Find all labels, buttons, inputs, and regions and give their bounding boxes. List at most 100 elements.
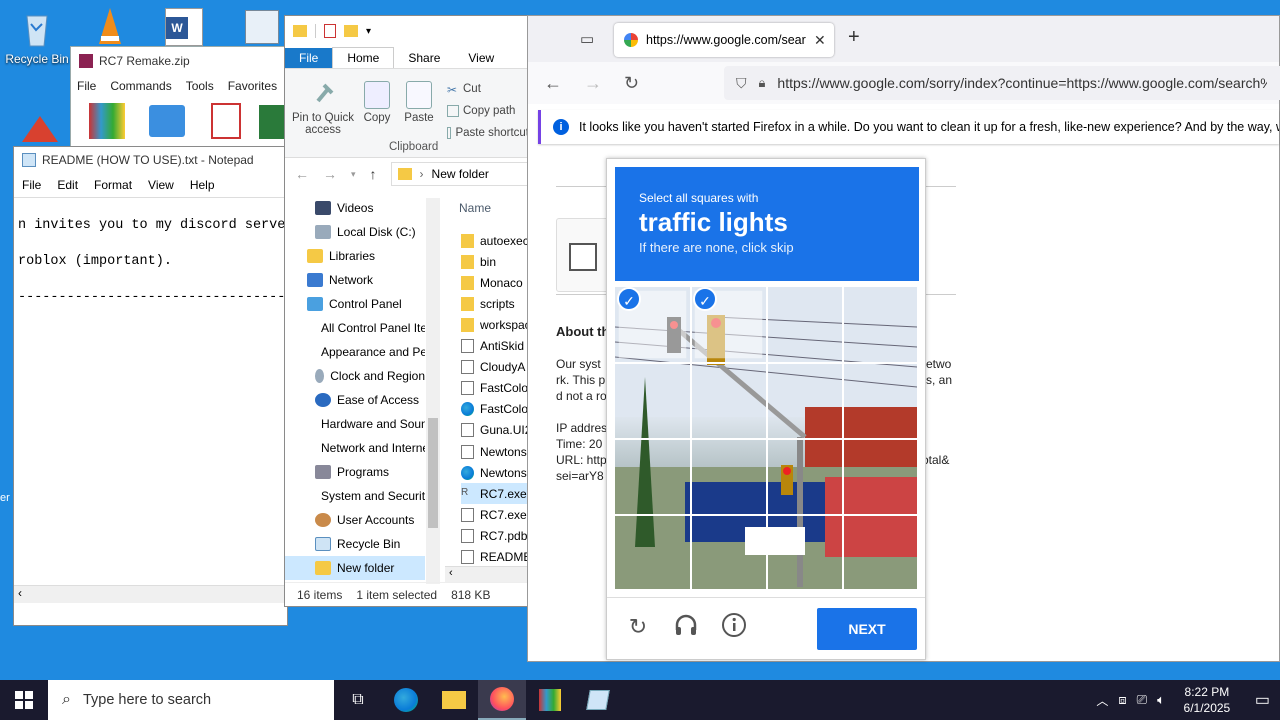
- nav-item-clock-region[interactable]: Clock and Region: [315, 364, 425, 388]
- help-info-icon[interactable]: [719, 612, 749, 642]
- chevron-down-icon[interactable]: ▾: [366, 26, 371, 37]
- nav-item-libraries[interactable]: Libraries: [307, 244, 375, 268]
- file-list-item[interactable]: Newtons: [461, 441, 531, 462]
- paste-button[interactable]: Paste: [403, 81, 435, 124]
- file-list-item[interactable]: FastColo: [461, 399, 531, 420]
- notepad-menu-help[interactable]: Help: [190, 178, 215, 192]
- winrar-menu-file[interactable]: File: [77, 79, 96, 93]
- file-list-item[interactable]: FastColo: [461, 378, 531, 399]
- nav-scrollbar-thumb[interactable]: [428, 418, 438, 528]
- file-list-item[interactable]: Monaco: [461, 272, 531, 293]
- winrar-window[interactable]: RC7 Remake.zip File Commands Tools Favor…: [70, 46, 285, 156]
- url-bar[interactable]: ⛉ 🔒︎ https://www.google.com/sorry/index?…: [724, 66, 1280, 100]
- file-list-item[interactable]: RC7.pdb: [461, 525, 531, 546]
- file-list-item[interactable]: autoexec: [461, 230, 531, 251]
- nav-item-recycle-bin[interactable]: Recycle Bin: [315, 532, 400, 556]
- file-list-item[interactable]: Guna.UI2: [461, 420, 531, 441]
- reload-icon[interactable]: ↻: [624, 73, 639, 94]
- forward-arrow-icon[interactable]: →: [584, 73, 602, 94]
- paste-shortcut-button[interactable]: Paste shortcut: [447, 127, 529, 139]
- nav-item-ease-of-access[interactable]: Ease of Access: [315, 388, 425, 412]
- challenge-image-grid[interactable]: ✓ ✓: [615, 287, 917, 589]
- winrar-menu-favorites[interactable]: Favorites: [228, 79, 277, 93]
- reload-challenge-icon[interactable]: ↻: [623, 612, 653, 642]
- task-view-button[interactable]: ⧉: [334, 680, 382, 720]
- file-list-item[interactable]: CloudyA: [461, 357, 531, 378]
- cut-button[interactable]: ✂ Cut: [447, 83, 481, 97]
- tab-view[interactable]: View: [454, 48, 508, 68]
- clock[interactable]: 8:22 PM 6/1/2025: [1175, 684, 1239, 716]
- file-list-item[interactable]: AntiSkid: [461, 336, 531, 357]
- pin-to-quick-access-button[interactable]: Pin to Quick access: [291, 81, 355, 136]
- address-bar[interactable]: › New folder: [390, 162, 528, 186]
- nav-item-user-accounts[interactable]: User Accounts: [315, 508, 425, 532]
- taskbar-firefox[interactable]: [478, 680, 526, 720]
- nav-item-hardware-sound[interactable]: Hardware and Sound: [315, 412, 425, 436]
- notepad-window[interactable]: README (HOW TO USE).txt - Notepad File E…: [13, 146, 288, 626]
- scroll-left-icon[interactable]: ‹: [18, 586, 22, 600]
- file-list-item[interactable]: README: [461, 547, 531, 568]
- recaptcha-challenge[interactable]: Select all squares with traffic lights I…: [606, 158, 926, 660]
- taskbar-file-explorer[interactable]: [430, 680, 478, 720]
- image-desktop-icon[interactable]: [245, 10, 279, 44]
- tab-home[interactable]: Home: [332, 47, 395, 68]
- new-folder-icon[interactable]: [344, 25, 358, 37]
- nav-item-control-panel[interactable]: Control Panel: [307, 292, 402, 316]
- notepad-horizontal-scrollbar[interactable]: ‹: [14, 585, 287, 603]
- back-arrow-icon[interactable]: ←: [544, 73, 562, 94]
- notepad-menu-file[interactable]: File: [22, 178, 41, 192]
- file-explorer-window[interactable]: ▾ File Home Share View Pin to Quick acce…: [284, 15, 531, 607]
- file-list-item[interactable]: scripts: [461, 293, 531, 314]
- back-arrow-icon[interactable]: ←: [295, 166, 309, 182]
- up-arrow-icon[interactable]: ↑: [370, 166, 377, 182]
- browser-tab[interactable]: https://www.google.com/search ✕: [614, 23, 834, 57]
- start-button[interactable]: [0, 680, 48, 720]
- extract-to-icon[interactable]: [149, 105, 185, 137]
- file-list-item[interactable]: RC7.exe.: [461, 504, 531, 525]
- volume-icon[interactable]: 🔈︎: [1157, 692, 1165, 708]
- network-icon[interactable]: ⎚: [1137, 692, 1147, 708]
- file-list-item[interactable]: workspace: [461, 314, 531, 335]
- forward-arrow-icon[interactable]: →: [323, 166, 337, 182]
- taskbar-edge[interactable]: [382, 680, 430, 720]
- tab-overview-icon[interactable]: ▭: [580, 30, 594, 48]
- word-desktop-icon[interactable]: W: [165, 8, 203, 46]
- nav-item-programs[interactable]: Programs: [315, 460, 425, 484]
- notepad-menu-edit[interactable]: Edit: [57, 178, 78, 192]
- nav-item-network[interactable]: Network: [307, 268, 373, 292]
- file-list-item[interactable]: Newtons: [461, 462, 531, 483]
- winrar-menu-tools[interactable]: Tools: [186, 79, 214, 93]
- recent-chevron-icon[interactable]: ▾: [351, 169, 356, 180]
- device-icon[interactable]: ⧈: [1118, 692, 1126, 708]
- copy-path-button[interactable]: Copy path: [447, 105, 515, 117]
- scroll-left-icon[interactable]: ‹: [449, 567, 453, 579]
- view-icon[interactable]: [259, 105, 285, 139]
- nav-item-videos[interactable]: Videos: [315, 196, 373, 220]
- taskbar-notepad[interactable]: [574, 680, 622, 720]
- notepad-menu-format[interactable]: Format: [94, 178, 132, 192]
- test-icon[interactable]: [211, 103, 241, 139]
- show-hidden-icons-chevron-icon[interactable]: ︿: [1096, 692, 1108, 709]
- nav-item-network-internet[interactable]: Network and Internet: [315, 436, 425, 460]
- notifications-icon[interactable]: ▭: [1255, 690, 1270, 710]
- taskbar-search-box[interactable]: ⌕ Type here to search: [48, 680, 334, 720]
- red-app-desktop-icon[interactable]: [18, 112, 62, 146]
- copy-button[interactable]: Copy: [361, 81, 393, 124]
- notepad-menu-view[interactable]: View: [148, 178, 174, 192]
- winrar-menu-commands[interactable]: Commands: [110, 79, 171, 93]
- files-horizontal-scrollbar[interactable]: ‹: [445, 566, 530, 582]
- nav-item-appearance[interactable]: Appearance and Personalization: [315, 340, 425, 364]
- column-header-name[interactable]: Name: [459, 201, 491, 215]
- nav-item-local-disk[interactable]: Local Disk (C:): [315, 220, 416, 244]
- notepad-text-area[interactable]: n invites you to my discord server roblox…: [14, 197, 287, 617]
- nav-item-system-security[interactable]: System and Security: [315, 484, 425, 508]
- desktop-recycle-bin[interactable]: Recycle Bin: [2, 8, 72, 66]
- recaptcha-checkbox[interactable]: [569, 243, 597, 271]
- add-icon[interactable]: [89, 103, 125, 139]
- taskbar-winrar[interactable]: [526, 680, 574, 720]
- audio-challenge-icon[interactable]: [671, 612, 701, 642]
- file-list-item[interactable]: bin: [461, 251, 531, 272]
- nav-item-all-control-panel-items[interactable]: All Control Panel Items: [315, 316, 425, 340]
- vlc-desktop-icon[interactable]: [95, 6, 125, 46]
- next-button[interactable]: NEXT: [817, 608, 917, 650]
